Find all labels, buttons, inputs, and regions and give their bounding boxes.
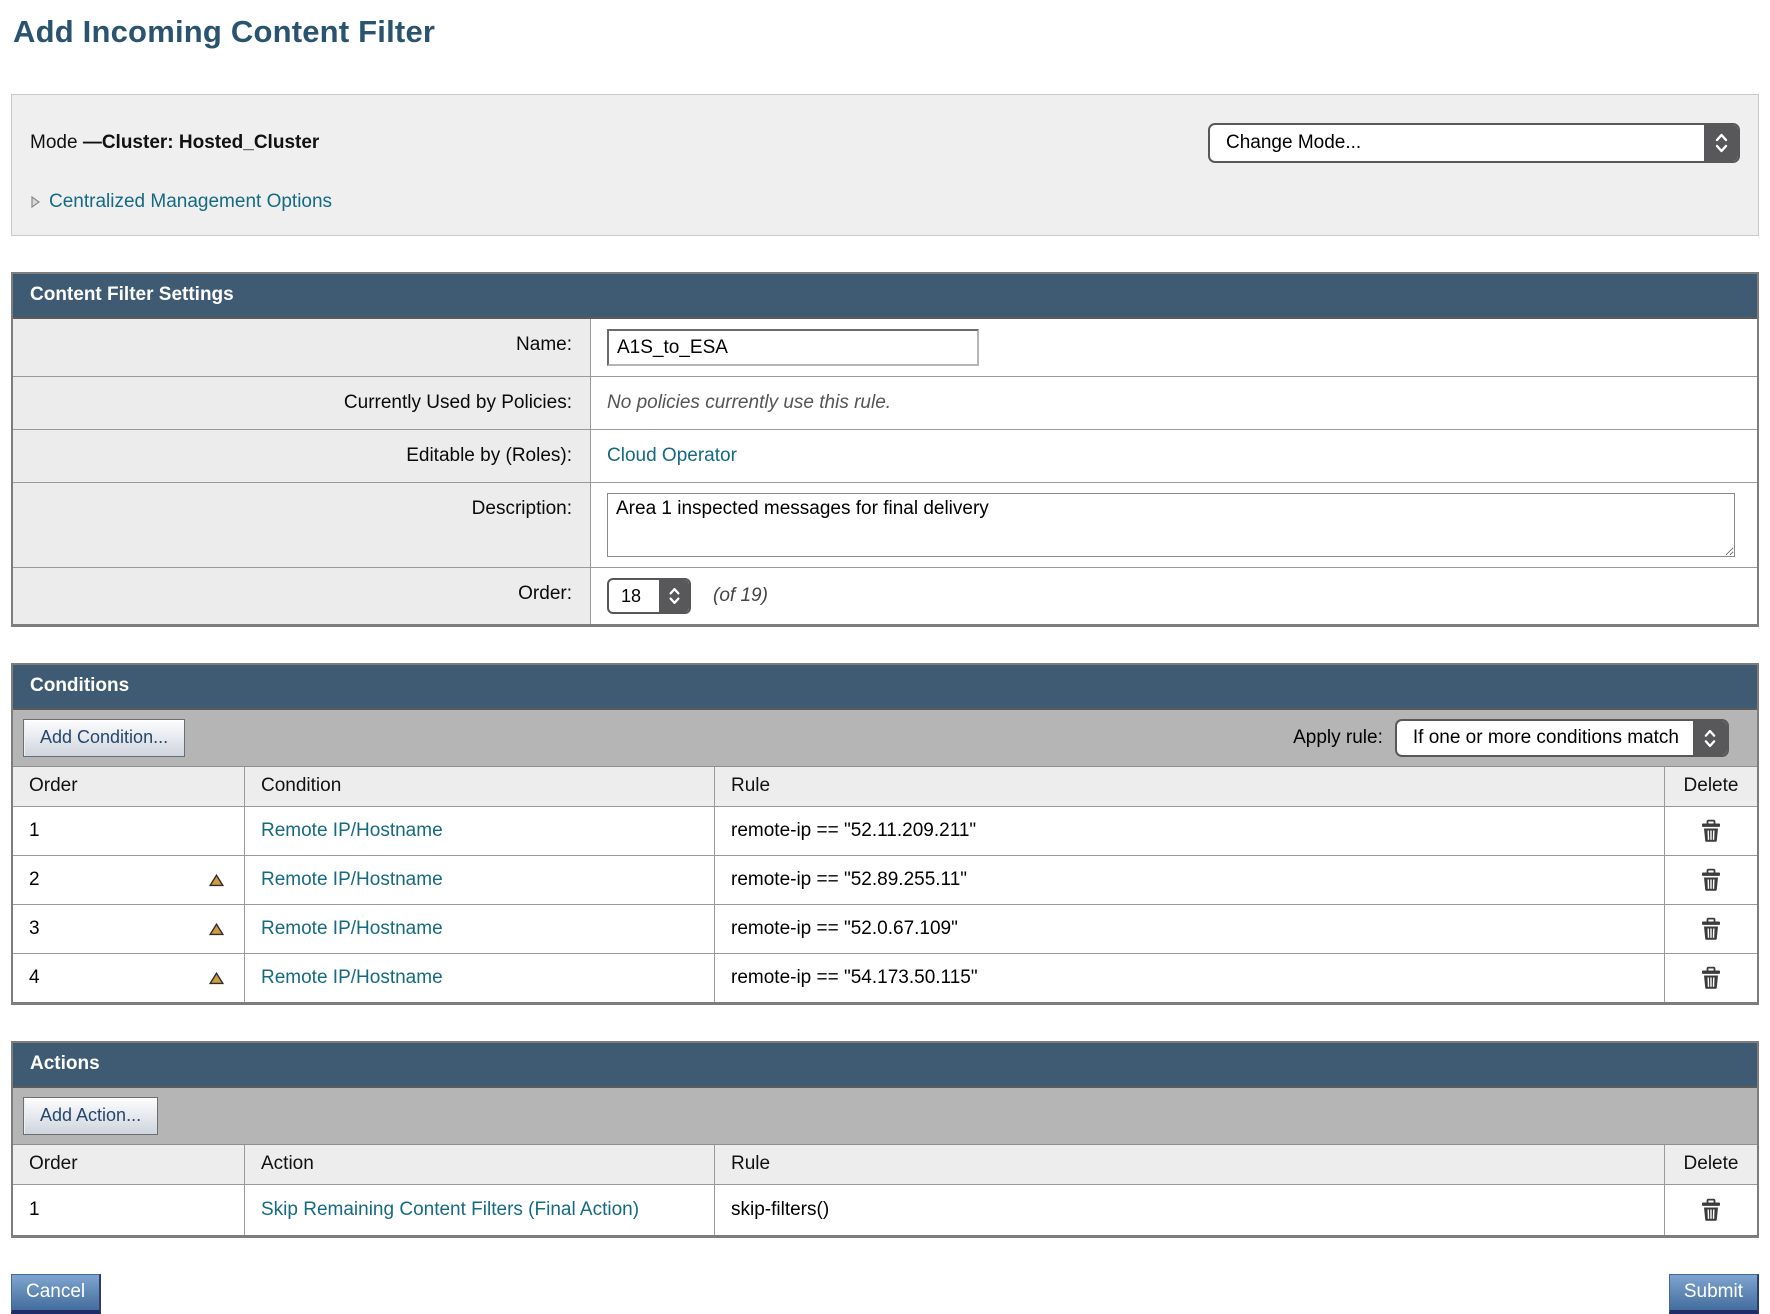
delete-condition-button[interactable] [1700, 966, 1722, 990]
condition-link[interactable]: Remote IP/Hostname [261, 918, 443, 940]
condition-order: 2 [29, 869, 40, 891]
action-order: 1 [29, 1199, 40, 1221]
trash-icon [1700, 819, 1722, 843]
conditions-panel: Conditions Add Condition... Apply rule: … [11, 663, 1759, 1005]
condition-row: 4 Remote IP/Hostname remote-ip == "54.17… [13, 954, 1757, 1002]
delete-action-button[interactable] [1700, 1198, 1722, 1222]
conditions-table-header: Order Condition Rule Delete [13, 767, 1757, 807]
order-select[interactable]: 18 [607, 578, 691, 614]
action-row: 1 Skip Remaining Content Filters (Final … [13, 1185, 1757, 1235]
editable-roles-label: Editable by (Roles): [13, 430, 591, 482]
page-title: Add Incoming Content Filter [13, 14, 1759, 50]
condition-link[interactable]: Remote IP/Hostname [261, 967, 443, 989]
policies-value: No policies currently use this rule. [607, 392, 891, 414]
apply-rule-select[interactable]: If one or more conditions match [1395, 719, 1729, 757]
policies-label: Currently Used by Policies: [13, 377, 591, 429]
condition-rule: remote-ip == "52.89.255.11" [731, 869, 967, 891]
footer-actions: Cancel Submit [11, 1274, 1759, 1314]
apply-rule-label: Apply rule: [1293, 727, 1383, 749]
name-label: Name: [13, 319, 591, 376]
apply-rule-select-value: If one or more conditions match [1397, 721, 1693, 755]
column-header-delete: Delete [1665, 767, 1757, 807]
disclosure-triangle-icon[interactable] [30, 195, 41, 209]
mode-prefix: Mode [30, 132, 83, 153]
trash-icon [1700, 1198, 1722, 1222]
change-mode-select[interactable]: Change Mode... [1208, 123, 1740, 163]
up-triangle-icon [209, 923, 224, 936]
column-header-action: Action [245, 1145, 715, 1185]
column-header-delete: Delete [1665, 1145, 1757, 1185]
conditions-section-header: Conditions [13, 665, 1757, 710]
delete-condition-button[interactable] [1700, 819, 1722, 843]
centralized-management-options-link[interactable]: Centralized Management Options [49, 191, 332, 213]
move-up-button[interactable] [209, 874, 224, 887]
add-condition-button[interactable]: Add Condition... [23, 719, 185, 757]
settings-row-description: Description: Area 1 inspected messages f… [13, 483, 1757, 568]
content-filter-settings-panel: Content Filter Settings Name: Currently … [11, 272, 1759, 627]
mode-panel: Mode —Cluster: Hosted_Cluster Change Mod… [11, 94, 1759, 236]
action-rule: skip-filters() [731, 1199, 829, 1221]
condition-rule: remote-ip == "52.0.67.109" [731, 918, 958, 940]
delete-condition-button[interactable] [1700, 868, 1722, 892]
actions-panel: Actions Add Action... Order Action Rule … [11, 1041, 1759, 1238]
settings-row-editable: Editable by (Roles): Cloud Operator [13, 430, 1757, 483]
order-of-total: (of 19) [713, 585, 768, 607]
order-select-value: 18 [609, 580, 659, 612]
delete-condition-button[interactable] [1700, 917, 1722, 941]
actions-section-header: Actions [13, 1043, 1757, 1088]
condition-rule: remote-ip == "54.173.50.115" [731, 967, 978, 989]
mode-cluster-value: —Cluster: Hosted_Cluster [83, 132, 320, 153]
condition-rule: remote-ip == "52.11.209.211" [731, 820, 976, 842]
select-stepper-icon [1693, 721, 1727, 755]
condition-row: 1 Remote IP/Hostname remote-ip == "52.11… [13, 807, 1757, 856]
submit-button[interactable]: Submit [1669, 1274, 1759, 1314]
select-stepper-icon [659, 580, 689, 612]
up-triangle-icon [209, 874, 224, 887]
up-triangle-icon [209, 972, 224, 985]
settings-row-policies: Currently Used by Policies: No policies … [13, 377, 1757, 430]
condition-link[interactable]: Remote IP/Hostname [261, 820, 443, 842]
condition-row: 2 Remote IP/Hostname remote-ip == "52.89… [13, 856, 1757, 905]
move-up-button[interactable] [209, 923, 224, 936]
column-header-order: Order [13, 767, 245, 807]
condition-row: 3 Remote IP/Hostname remote-ip == "52.0.… [13, 905, 1757, 954]
actions-table-header: Order Action Rule Delete [13, 1145, 1757, 1185]
column-header-order: Order [13, 1145, 245, 1185]
cancel-button[interactable]: Cancel [11, 1274, 101, 1314]
cloud-operator-link[interactable]: Cloud Operator [607, 445, 737, 467]
action-link[interactable]: Skip Remaining Content Filters (Final Ac… [261, 1197, 639, 1223]
select-stepper-icon [1704, 125, 1738, 161]
column-header-rule: Rule [715, 1145, 1665, 1185]
change-mode-select-value: Change Mode... [1210, 125, 1704, 161]
condition-order: 3 [29, 918, 40, 940]
column-header-rule: Rule [715, 767, 1665, 807]
settings-row-order: Order: 18 (of 19) [13, 568, 1757, 624]
description-label: Description: [13, 483, 591, 567]
trash-icon [1700, 966, 1722, 990]
settings-section-header: Content Filter Settings [13, 274, 1757, 319]
mode-label: Mode —Cluster: Hosted_Cluster [30, 132, 319, 154]
description-textarea[interactable]: Area 1 inspected messages for final deli… [607, 493, 1735, 557]
condition-order: 1 [29, 820, 40, 842]
order-label: Order: [13, 568, 591, 624]
condition-link[interactable]: Remote IP/Hostname [261, 869, 443, 891]
column-header-condition: Condition [245, 767, 715, 807]
settings-row-name: Name: [13, 319, 1757, 377]
move-up-button[interactable] [209, 972, 224, 985]
trash-icon [1700, 868, 1722, 892]
add-action-button[interactable]: Add Action... [23, 1097, 158, 1135]
trash-icon [1700, 917, 1722, 941]
name-input[interactable] [607, 329, 979, 366]
condition-order: 4 [29, 967, 40, 989]
